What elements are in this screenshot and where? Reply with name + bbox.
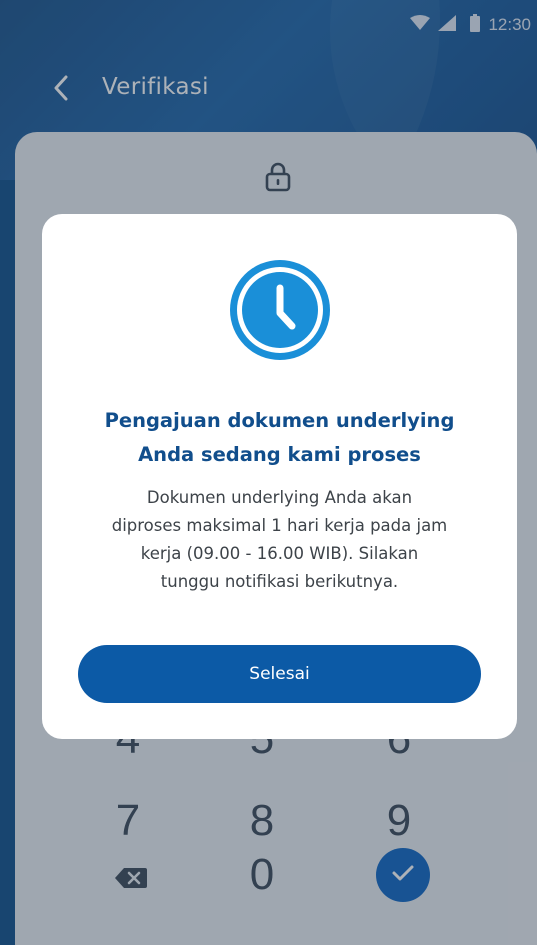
dialog-message: Dokumen underlying Anda akan diproses ma… <box>62 484 497 596</box>
dialog-title-line-2: Anda sedang kami proses <box>138 443 421 466</box>
dialog-message-line-1: Dokumen underlying Anda akan <box>146 488 413 507</box>
dialog-message-line-2: diproses maksimal 1 hari kerja pada jam <box>111 516 448 535</box>
dialog-message-line-3: kerja (09.00 - 16.00 WIB). Silakan <box>140 544 419 563</box>
dialog-message-line-4: tunggu notifikasi berikutnya. <box>160 572 399 591</box>
status-dialog: Pengajuan dokumen underlying Anda sedang… <box>42 214 517 739</box>
dialog-title: Pengajuan dokumen underlying Anda sedang… <box>42 404 517 472</box>
done-button[interactable]: Selesai <box>78 645 481 703</box>
dialog-title-line-1: Pengajuan dokumen underlying <box>104 409 455 432</box>
clock-icon <box>228 258 332 362</box>
